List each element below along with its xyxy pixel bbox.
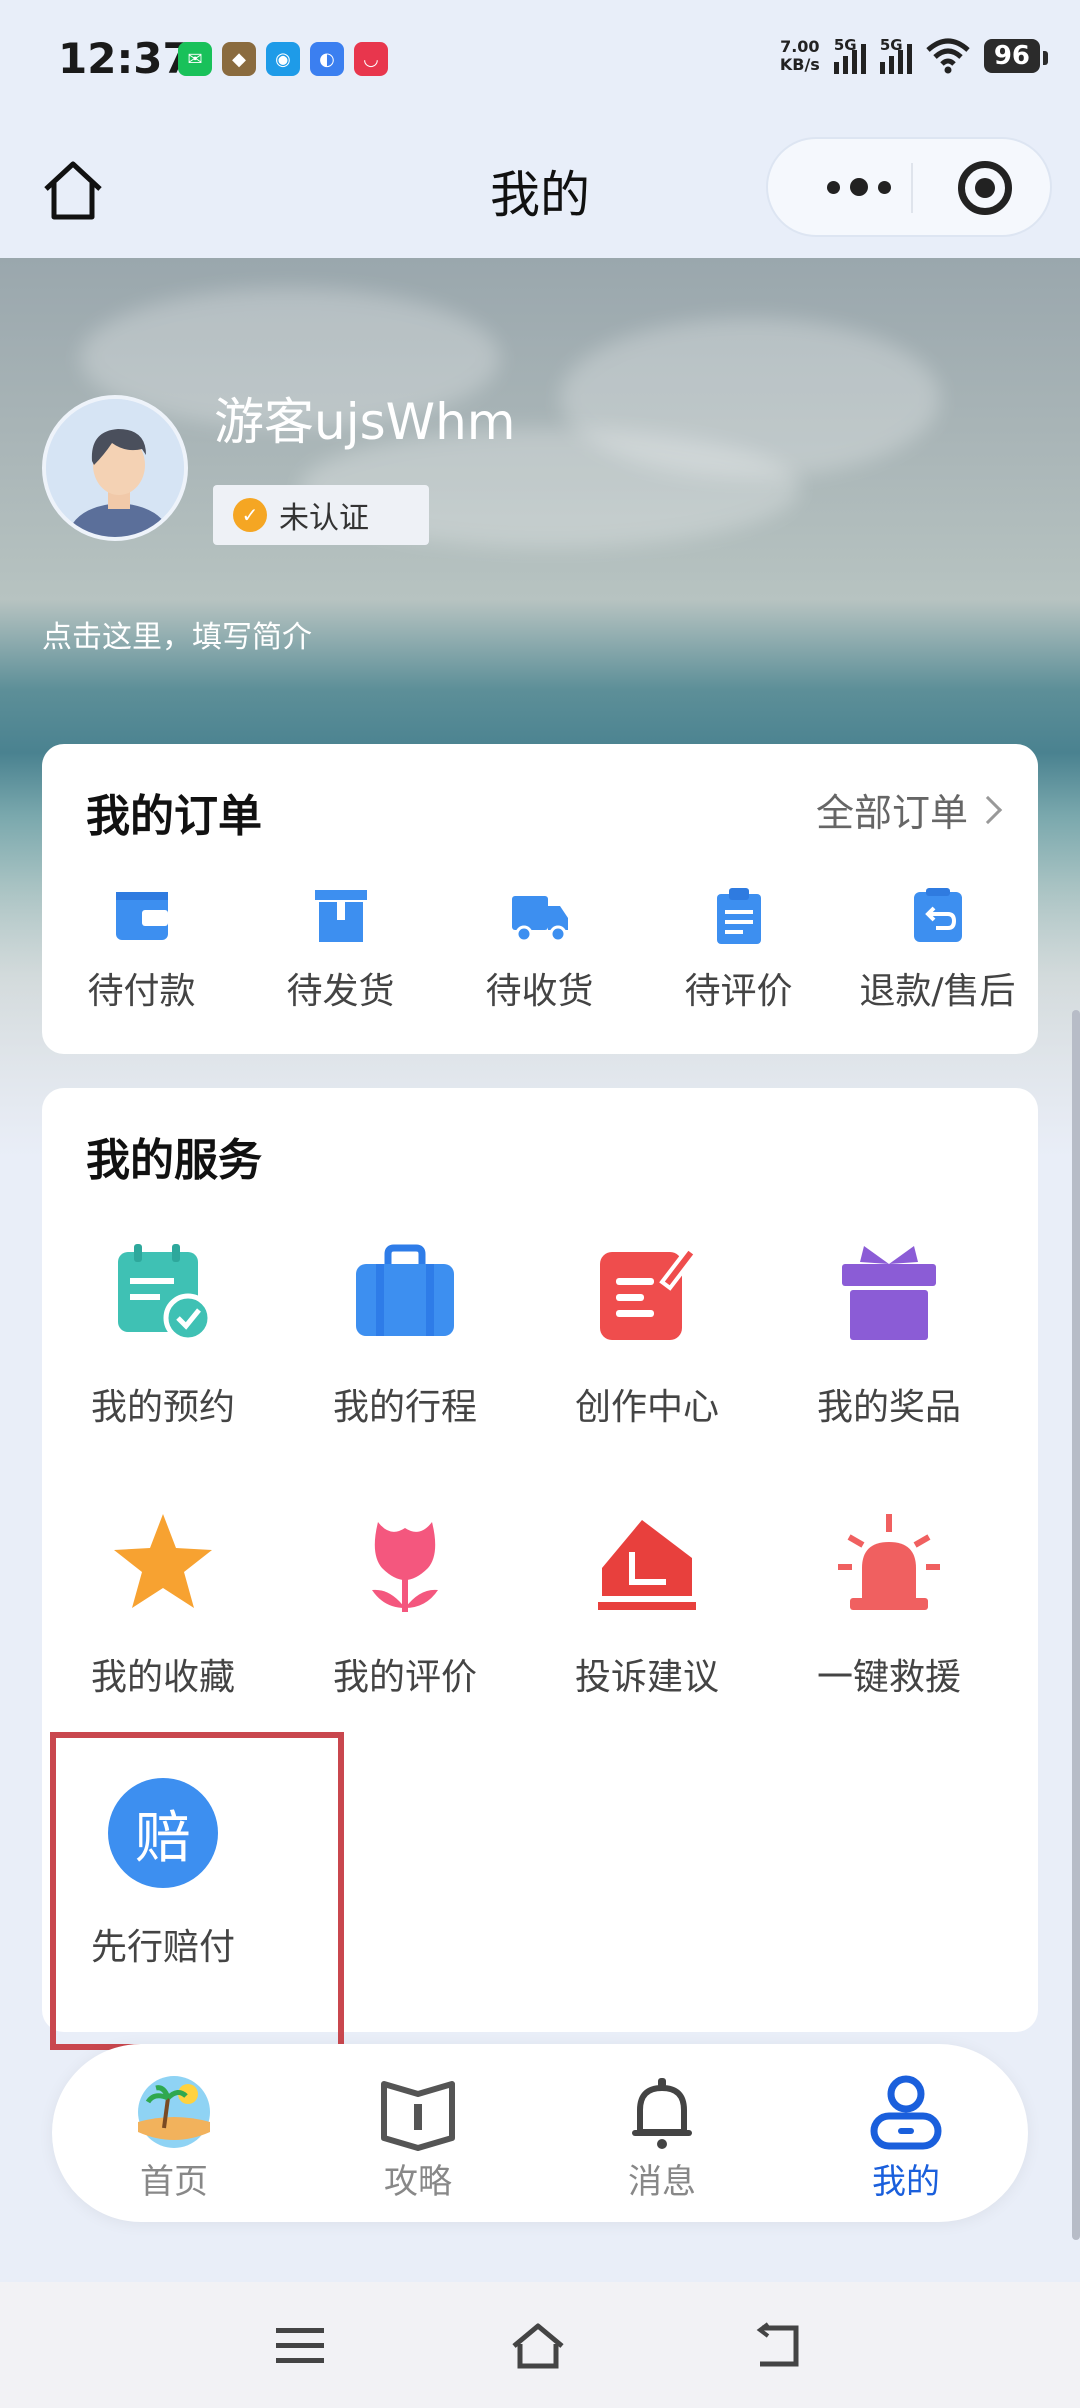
- cert-status-badge[interactable]: ✓ 未认证: [213, 485, 429, 545]
- services-title: 我的服务: [86, 1135, 262, 1186]
- back-icon[interactable]: [752, 2322, 808, 2370]
- gift-icon: [842, 1246, 936, 1340]
- bio-edit-link[interactable]: 点击这里，填写简介: [42, 612, 312, 656]
- status-time: 12:37: [58, 34, 192, 83]
- more-dots-icon: [827, 180, 840, 194]
- miniprogram-capsule: [766, 137, 1052, 237]
- wallet-icon: [115, 892, 168, 940]
- battery-indicator: 96: [983, 39, 1049, 73]
- signal-icon: 5G: [833, 36, 866, 74]
- service-my-booking[interactable]: 我的预约: [42, 1238, 284, 1508]
- tab-guide[interactable]: 攻略: [296, 2044, 540, 2222]
- hello-app-icon: ◉: [266, 42, 300, 76]
- edit-note-icon: [600, 1245, 699, 1340]
- username: 游客ujsWhm: [214, 393, 516, 451]
- clipboard-icon: [716, 888, 761, 944]
- menu-icon[interactable]: [272, 2322, 328, 2370]
- bell-icon: [632, 2078, 692, 2149]
- suitcase-icon: [356, 1244, 454, 1336]
- cert-status-label: 未认证: [279, 501, 369, 536]
- close-miniprogram-button[interactable]: [958, 161, 1012, 215]
- order-refund[interactable]: 退款/售后: [838, 884, 1037, 1014]
- status-indicators: 7.00 KB/s 5G 5G 96: [779, 36, 1049, 74]
- pill-app-icon: ◐: [310, 42, 344, 76]
- service-my-prizes[interactable]: 我的奖品: [768, 1238, 1010, 1508]
- all-orders-link[interactable]: 全部订单: [816, 782, 1003, 837]
- title-bar: 我的: [0, 125, 1080, 258]
- box-icon: [314, 890, 367, 942]
- truck-icon: [511, 896, 568, 943]
- orders-card: 我的订单 全部订单 待付款 待发货 待收货 待评价 退款/售后: [42, 744, 1038, 1054]
- chevron-right-icon: [973, 795, 1003, 824]
- order-status-row: 待付款 待发货 待收货 待评价 退款/售后: [42, 884, 1038, 1014]
- status-bar: 12:37 ✉ ◆ ◉ ◐ ◡ 7.00 KB/s 5G 5G 96: [0, 0, 1080, 125]
- order-pending-payment[interactable]: 待付款: [42, 884, 241, 1014]
- book-icon: [381, 2081, 455, 2151]
- scrollbar[interactable]: [1072, 1010, 1080, 2240]
- refund-icon: [913, 888, 962, 942]
- service-emergency-rescue[interactable]: 一键救援: [768, 1508, 1010, 1778]
- net-speed: 7.00 KB/s: [779, 37, 820, 74]
- calendar-check-icon: [118, 1244, 213, 1343]
- notification-icons: ✉ ◆ ◉ ◐ ◡: [178, 42, 388, 76]
- person-icon: [870, 2075, 942, 2150]
- tulip-icon: [372, 1522, 438, 1612]
- highlight-annotation-box: [50, 1732, 344, 2050]
- red-app-icon: ◡: [354, 42, 388, 76]
- tab-mine[interactable]: 我的: [784, 2044, 1028, 2222]
- order-pending-review[interactable]: 待评价: [639, 884, 838, 1014]
- signal-icon: 5G: [879, 36, 912, 74]
- game-app-icon: ◆: [222, 42, 256, 76]
- verified-icon: ✓: [233, 498, 267, 532]
- tab-home[interactable]: 首页: [52, 2044, 296, 2222]
- order-pending-shipment[interactable]: 待发货: [241, 884, 440, 1014]
- wifi-icon: [926, 38, 970, 74]
- home-nav-icon[interactable]: [510, 2322, 566, 2370]
- avatar[interactable]: [42, 395, 188, 541]
- star-icon: [114, 1514, 212, 1608]
- wechat-icon: ✉: [178, 42, 212, 76]
- service-complaints[interactable]: 投诉建议: [526, 1508, 768, 1778]
- alarm-light-icon: [838, 1514, 940, 1610]
- system-nav-bar: [0, 2282, 1080, 2408]
- more-button[interactable]: [804, 139, 914, 235]
- service-creation-center[interactable]: 创作中心: [526, 1238, 768, 1508]
- bottom-tab-bar: 首页 攻略 消息 我的: [52, 2044, 1028, 2222]
- service-my-itinerary[interactable]: 我的行程: [284, 1238, 526, 1508]
- order-pending-receipt[interactable]: 待收货: [440, 884, 639, 1014]
- beach-icon: [138, 2076, 210, 2148]
- orders-title: 我的订单: [86, 791, 262, 842]
- envelope-icon: [598, 1520, 696, 1610]
- tab-messages[interactable]: 消息: [540, 2044, 784, 2222]
